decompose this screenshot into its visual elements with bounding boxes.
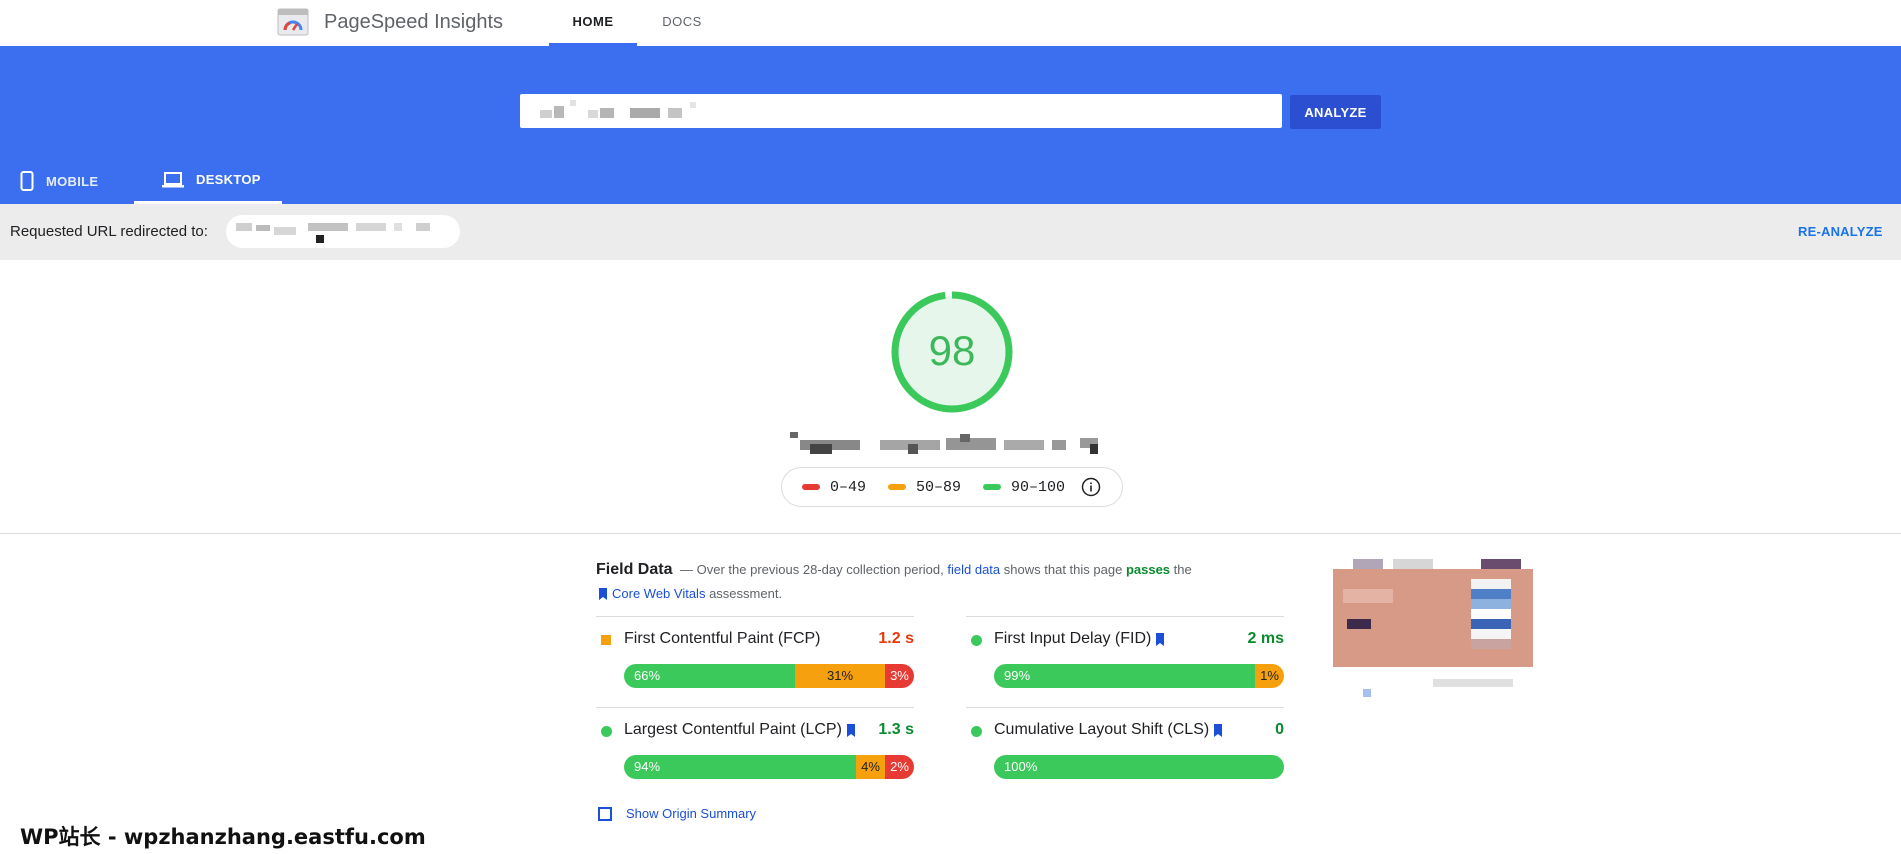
section-divider <box>0 533 1901 534</box>
distribution-bar-fcp: 66% 31% 3% <box>624 664 914 688</box>
passes-text: passes <box>1125 562 1171 577</box>
performance-score-gauge: 98 <box>891 291 1013 413</box>
metric-status-dot-icon <box>971 635 982 646</box>
needs-improvement-segment: 4% <box>856 755 885 779</box>
legend-fail-swatch <box>802 484 820 490</box>
core-web-vital-bookmark-icon <box>846 723 855 737</box>
tab-home[interactable]: HOME <box>549 0 637 46</box>
metric-label-lcp: Largest Contentful Paint (LCP) <box>624 721 856 739</box>
metric-value-fid: 2 ms <box>1247 630 1284 647</box>
metric-divider <box>596 707 914 708</box>
show-origin-summary[interactable]: Show Origin Summary <box>598 806 756 821</box>
field-data-desc-pre: Over the previous 28-day collection peri… <box>696 562 944 577</box>
redirected-url-pill <box>226 215 460 248</box>
page-screenshot-thumbnail <box>1333 559 1533 699</box>
legend-pass-swatch <box>983 484 1002 490</box>
poor-segment: 2% <box>885 755 914 779</box>
metric-divider <box>966 707 1284 708</box>
metric-label-text: First Contentful Paint (FCP) <box>624 630 821 647</box>
bookmark-icon <box>599 587 607 600</box>
brand-title: PageSpeed Insights <box>324 11 504 33</box>
metric-value-cls: 0 <box>1275 721 1284 738</box>
pagespeed-logo-icon <box>277 8 309 36</box>
metric-card-cls: Cumulative Layout Shift (CLS) 0 100% <box>966 707 1284 797</box>
core-web-vital-bookmark-icon <box>1214 723 1223 737</box>
core-web-vitals-link[interactable]: Core Web Vitals <box>612 586 705 601</box>
distribution-bar-fid: 99% 1% <box>994 664 1284 688</box>
needs-improvement-segment: 31% <box>795 664 885 688</box>
metric-label-text: Cumulative Layout Shift (CLS) <box>994 721 1210 738</box>
metric-divider <box>596 616 914 617</box>
metric-label-fid: First Input Delay (FID) <box>994 630 1165 648</box>
field-data-link[interactable]: field data <box>947 562 1000 577</box>
metric-card-fcp: First Contentful Paint (FCP) 1.2 s 66% 31% 3… <box>596 616 914 706</box>
needs-improvement-segment: 1% <box>1255 664 1284 688</box>
tab-docs[interactable]: DOCS <box>646 0 718 46</box>
cwv-assessment-text: assessment. <box>709 586 783 601</box>
legend-pass-label: 90–100 <box>1011 478 1066 496</box>
redirect-label: Requested URL redirected to: <box>10 223 208 240</box>
watermark-text: WP站长 - wpzhanzhang.eastfu.com <box>20 825 426 849</box>
metric-card-lcp: Largest Contentful Paint (LCP) 1.3 s 94% 4%… <box>596 707 914 797</box>
field-data-description: — Over the previous 28-day collection pe… <box>680 562 1192 577</box>
good-segment: 100% <box>994 755 1284 779</box>
url-input-blurred-text <box>540 100 720 120</box>
tab-mobile-label: MOBILE <box>46 173 99 189</box>
metric-label-text: Largest Contentful Paint (LCP) <box>624 721 842 738</box>
distribution-bar-cls: 100% <box>994 755 1284 779</box>
legend-average-swatch <box>888 484 907 490</box>
info-icon[interactable] <box>1081 477 1101 497</box>
metric-value-fcp: 1.2 s <box>878 630 914 647</box>
field-data-title: Field Data <box>596 561 673 578</box>
field-data-dash: — <box>680 562 693 577</box>
metric-label-fcp: First Contentful Paint (FCP) <box>624 630 821 648</box>
metric-status-dot-icon <box>601 726 612 737</box>
laptop-icon <box>162 171 184 187</box>
tab-mobile[interactable]: MOBILE <box>20 158 130 204</box>
tested-url-blurred <box>790 430 1110 460</box>
core-web-vital-bookmark-icon <box>1156 632 1165 646</box>
distribution-bar-lcp: 94% 4% 2% <box>624 755 914 779</box>
legend-item-average: 50–89 <box>888 479 961 496</box>
cwv-assessment-line: Core Web Vitals assessment. <box>598 586 782 601</box>
tab-desktop-label: DESKTOP <box>196 172 261 187</box>
metric-label-cls: Cumulative Layout Shift (CLS) <box>994 721 1223 739</box>
metric-status-dot-icon <box>971 726 982 737</box>
field-data-desc-mid: shows that this page <box>1003 562 1123 577</box>
score-value: 98 <box>929 327 976 374</box>
score-legend: 0–49 50–89 90–100 <box>781 467 1123 507</box>
good-segment: 66% <box>624 664 796 688</box>
good-segment: 99% <box>994 664 1255 688</box>
metric-divider <box>966 616 1284 617</box>
metric-card-fid: First Input Delay (FID) 2 ms 99% 1% <box>966 616 1284 706</box>
reanalyze-button[interactable]: RE-ANALYZE <box>1798 224 1883 239</box>
field-data-desc-post: the <box>1173 562 1192 577</box>
mobile-icon <box>20 171 34 191</box>
legend-fail-label: 0–49 <box>830 478 867 496</box>
show-origin-label: Show Origin Summary <box>626 806 757 821</box>
poor-segment: 3% <box>884 664 914 688</box>
metric-label-text: First Input Delay (FID) <box>994 630 1152 647</box>
legend-item-fail: 0–49 <box>802 479 866 496</box>
tab-desktop[interactable]: DESKTOP <box>134 158 282 204</box>
metric-status-square-icon <box>601 635 611 645</box>
analyze-button[interactable]: ANALYZE <box>1290 95 1381 129</box>
legend-item-pass: 90–100 <box>983 479 1065 496</box>
legend-average-label: 50–89 <box>916 478 962 496</box>
show-origin-checkbox[interactable] <box>598 806 612 821</box>
metric-value-lcp: 1.3 s <box>878 721 914 738</box>
good-segment: 94% <box>624 755 856 779</box>
